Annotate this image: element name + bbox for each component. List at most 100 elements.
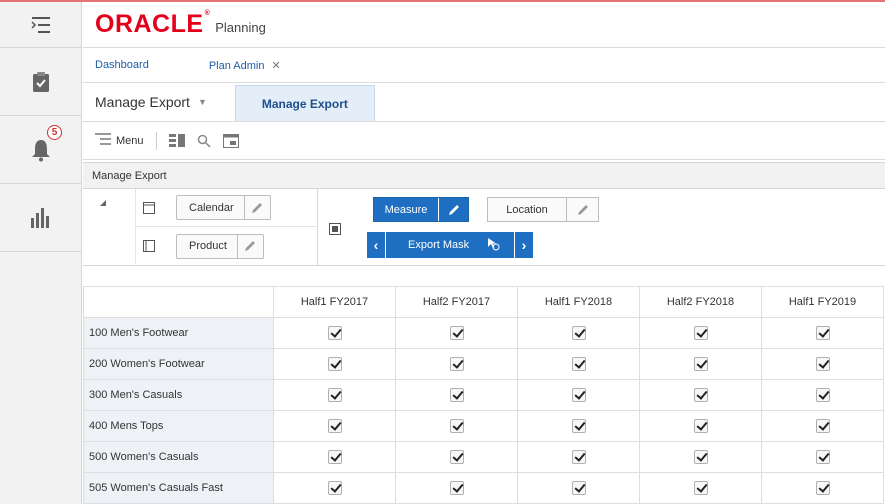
checkbox[interactable] (449, 357, 464, 371)
column-header[interactable]: Half1 FY2019 (761, 286, 884, 318)
checkbox[interactable] (449, 326, 464, 340)
checkbox[interactable] (693, 450, 708, 464)
toolbar-divider (155, 131, 157, 150)
view-bar: Manage Export ▼ Manage Export (83, 83, 885, 122)
pencil-icon[interactable] (243, 196, 270, 219)
view-select-dropdown[interactable]: Manage Export ▼ (95, 83, 221, 121)
nav-notifications[interactable]: 5 (0, 116, 81, 184)
checkbox[interactable] (571, 419, 586, 433)
checkbox[interactable] (449, 419, 464, 433)
checkbox[interactable] (693, 326, 708, 340)
checkbox[interactable] (327, 357, 342, 371)
table-row: 400 Mens Tops (83, 410, 884, 442)
pivot-layout-icon[interactable] (168, 133, 185, 148)
row-header[interactable]: 500 Women's Casuals (83, 441, 274, 473)
product-dimension-tile[interactable]: Product (176, 233, 264, 259)
grid-cell (517, 317, 640, 349)
checkbox[interactable] (815, 450, 830, 464)
table-row: 100 Men's Footwear (83, 317, 884, 349)
nav-reports[interactable] (0, 184, 81, 252)
clipboard-check-icon (32, 71, 50, 93)
row-header[interactable]: 200 Women's Footwear (83, 348, 274, 380)
row-header[interactable]: 300 Men's Casuals (83, 379, 274, 411)
search-icon[interactable] (197, 134, 211, 148)
checkbox[interactable] (449, 481, 464, 495)
grid-cell (395, 410, 518, 442)
row-header[interactable]: 505 Women's Casuals Fast (83, 472, 274, 504)
chevron-right-icon[interactable]: › (515, 232, 533, 258)
grid-cell (273, 410, 396, 442)
column-tile-icon (136, 240, 162, 252)
chevron-left-icon[interactable]: ‹ (367, 232, 385, 258)
checkbox[interactable] (815, 388, 830, 402)
collapse-triangle-icon[interactable] (100, 200, 106, 206)
column-header[interactable]: Half2 FY2017 (395, 286, 518, 318)
calendar-dimension-tile[interactable]: Calendar (176, 195, 271, 220)
grid-cell (395, 379, 518, 411)
grid-cell (517, 379, 640, 411)
checkbox[interactable] (571, 326, 586, 340)
checkbox[interactable] (327, 450, 342, 464)
pencil-icon[interactable] (438, 198, 468, 221)
checkbox[interactable] (571, 450, 586, 464)
column-header[interactable]: Half2 FY2018 (639, 286, 762, 318)
swap-axes-icon[interactable] (329, 222, 341, 240)
measure-dimension-tile[interactable]: Measure (373, 197, 469, 222)
row-header[interactable]: 100 Men's Footwear (83, 317, 274, 349)
pencil-icon[interactable] (566, 198, 598, 221)
export-mask-label: Export Mask (408, 239, 470, 251)
checkbox[interactable] (571, 388, 586, 402)
toolbar: Menu (83, 122, 885, 160)
hamburger-menu-icon (30, 16, 52, 34)
view-select-label: Manage Export (95, 94, 190, 110)
grid-cell (761, 317, 884, 349)
checkbox[interactable] (571, 357, 586, 371)
close-tab-icon[interactable]: ✕ (271, 60, 280, 72)
checkbox[interactable] (693, 419, 708, 433)
grid-cell (273, 379, 396, 411)
pivot-area: Calendar Product Measure Location ‹ Expo… (83, 189, 885, 266)
tab-plan-admin-label: Plan Admin (208, 59, 265, 72)
checkbox[interactable] (449, 388, 464, 402)
grid-cell (517, 441, 640, 473)
grid-cell (639, 317, 762, 349)
bar-chart-icon (30, 207, 52, 228)
export-mask-table: Half1 FY2017 Half2 FY2017 Half1 FY2018 Half… (83, 286, 884, 504)
checkbox[interactable] (693, 481, 708, 495)
menu-button[interactable]: Menu (95, 133, 144, 148)
column-header[interactable]: Half1 FY2018 (517, 286, 640, 318)
oracle-logo: ORACLE® (95, 10, 211, 38)
pencil-icon[interactable] (236, 234, 263, 258)
grid-corner-cell (83, 286, 274, 318)
checkbox[interactable] (571, 481, 586, 495)
grid-cell (761, 410, 884, 442)
nav-tasks[interactable] (0, 48, 81, 116)
checkbox[interactable] (815, 357, 830, 371)
tab-manage-export-view[interactable]: Manage Export (234, 85, 375, 121)
checkbox[interactable] (693, 388, 708, 402)
row-dim-line: Calendar (136, 189, 318, 227)
calendar-dimension-label: Calendar (189, 201, 234, 214)
product-name: Planning (215, 20, 266, 35)
checkbox[interactable] (327, 326, 342, 340)
checkbox[interactable] (327, 419, 342, 433)
checkbox[interactable] (693, 357, 708, 371)
row-header[interactable]: 400 Mens Tops (83, 410, 274, 442)
location-dimension-tile[interactable]: Location (487, 197, 599, 222)
calculator-window-icon[interactable] (222, 133, 239, 148)
tab-plan-admin[interactable]: Plan Admin ✕ (209, 59, 281, 72)
checkbox[interactable] (327, 481, 342, 495)
column-header[interactable]: Half1 FY2017 (273, 286, 396, 318)
table-row: 500 Women's Casuals (83, 441, 884, 473)
grid-cell (639, 348, 762, 380)
export-mask-tile[interactable]: Export Mask (385, 232, 515, 258)
checkbox[interactable] (449, 450, 464, 464)
product-dimension-label: Product (189, 240, 227, 252)
checkbox[interactable] (815, 326, 830, 340)
checkbox[interactable] (815, 481, 830, 495)
nav-menu-toggle[interactable] (0, 2, 81, 48)
location-dimension-label: Location (506, 203, 548, 216)
checkbox[interactable] (327, 388, 342, 402)
checkbox[interactable] (815, 419, 830, 433)
tab-dashboard[interactable]: Dashboard (95, 59, 149, 71)
